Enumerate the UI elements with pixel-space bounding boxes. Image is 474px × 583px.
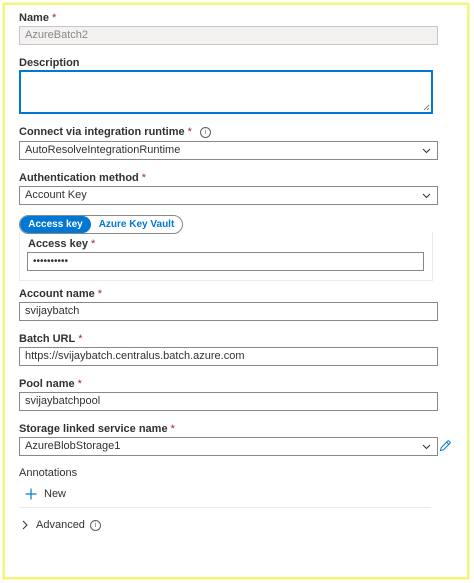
- resize-grip-icon[interactable]: [423, 104, 430, 111]
- access-key-label: Access key *: [28, 238, 96, 250]
- required-mark: *: [187, 126, 192, 138]
- account-name-label: Account name *: [19, 288, 103, 300]
- required-mark: *: [77, 378, 82, 390]
- pencil-icon[interactable]: [438, 439, 452, 453]
- name-input: AzureBatch2: [19, 26, 438, 45]
- info-icon[interactable]: i: [199, 127, 211, 138]
- required-mark: *: [78, 333, 83, 345]
- batch-url-label: Batch URL *: [19, 333, 83, 345]
- runtime-label: Connect via integration runtime * i: [19, 126, 211, 138]
- batch-url-input[interactable]: https://svijaybatch.centralus.batch.azur…: [19, 347, 438, 366]
- account-name-input[interactable]: svijaybatch: [19, 302, 438, 321]
- tab-access-key[interactable]: Access key: [20, 216, 91, 233]
- annotations-label: Annotations: [19, 467, 78, 479]
- chevron-down-icon: [422, 193, 431, 199]
- name-label: Name *: [19, 12, 57, 24]
- chevron-down-icon: [422, 444, 431, 450]
- auth-select[interactable]: Account Key: [19, 186, 438, 205]
- storage-select[interactable]: AzureBlobStorage1: [19, 437, 438, 456]
- new-annotation-button[interactable]: New: [25, 486, 66, 502]
- required-mark: *: [97, 288, 103, 300]
- required-mark: *: [51, 12, 57, 24]
- required-mark: *: [141, 172, 147, 184]
- info-icon[interactable]: i: [89, 519, 101, 531]
- chevron-right-icon: [22, 520, 28, 530]
- chevron-down-icon: [422, 148, 431, 154]
- storage-label: Storage linked service name *: [19, 423, 175, 435]
- description-textarea[interactable]: [19, 70, 433, 114]
- auth-label: Authentication method *: [19, 172, 147, 184]
- required-mark: *: [170, 423, 175, 435]
- description-label: Description: [19, 57, 80, 69]
- section-divider: [19, 507, 431, 508]
- pool-name-label: Pool name *: [19, 378, 82, 390]
- plus-icon: [25, 488, 37, 500]
- required-mark: *: [90, 238, 96, 250]
- pool-name-input[interactable]: svijaybatchpool: [19, 392, 438, 411]
- tab-azure-key-vault[interactable]: Azure Key Vault: [91, 216, 182, 233]
- access-key-input[interactable]: ••••••••••: [27, 252, 424, 271]
- runtime-select[interactable]: AutoResolveIntegrationRuntime: [19, 141, 438, 160]
- advanced-expander[interactable]: Advanced i: [21, 518, 101, 532]
